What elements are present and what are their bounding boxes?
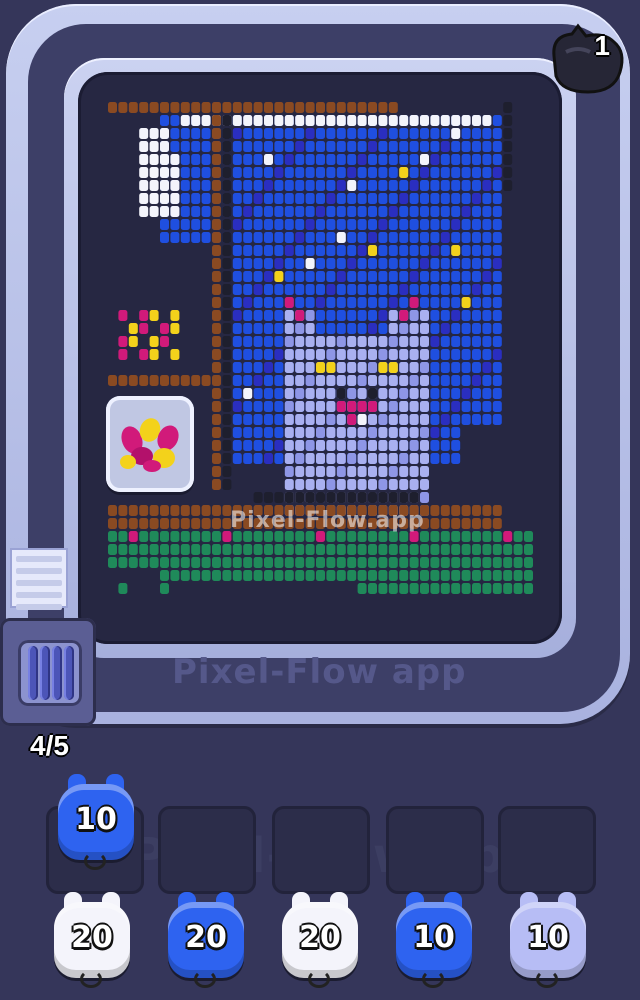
watermark-bottom: Pixel-Flow app [172, 652, 467, 692]
cat-paw-icon [552, 23, 624, 94]
shooter-count: 20 [185, 920, 227, 955]
shooter-tail [194, 970, 216, 988]
coil-4 [64, 646, 74, 700]
shooter-count: 20 [71, 920, 113, 955]
cat-counter: 1 [548, 22, 628, 96]
jelly-jar[interactable] [106, 396, 194, 492]
game-stage: Pixel-Flow app Pixel-Flow app Pixel-Flow… [0, 0, 640, 1000]
belt-exit-gate [10, 548, 68, 610]
queue-slot[interactable] [158, 806, 256, 894]
shooter-count: 10 [527, 920, 569, 955]
cat-counter-value: 1 [594, 30, 610, 61]
reserve-shooter[interactable]: 10 [506, 892, 590, 988]
queue-slot[interactable] [498, 806, 596, 894]
shooter-tail [84, 852, 106, 870]
coil-3 [52, 646, 62, 700]
reserve-shooter[interactable]: 10 [392, 892, 476, 988]
shooter-count: 10 [75, 802, 117, 837]
reserve-shooter[interactable]: 20 [164, 892, 248, 988]
coil-1 [28, 646, 38, 700]
shooter-count: 10 [413, 920, 455, 955]
coil-2 [40, 646, 50, 700]
watermark-center: Pixel-Flow.app [230, 508, 425, 533]
queued-shooter[interactable]: 10 [54, 774, 138, 870]
queue-slot[interactable] [386, 806, 484, 894]
shooter-count: 20 [299, 920, 341, 955]
reserve-shooter[interactable]: 20 [50, 892, 134, 988]
pixel-art-grid [108, 102, 533, 594]
pixel-board [78, 72, 562, 644]
shooter-tail [308, 970, 330, 988]
shooter-tail [80, 970, 102, 988]
shooter-tail [422, 970, 444, 988]
progress-counter: 4/5 [30, 730, 69, 761]
shooter-tail [536, 970, 558, 988]
jelly-beans-icon [120, 418, 179, 472]
reserve-shooter[interactable]: 20 [278, 892, 362, 988]
queue-slot[interactable] [272, 806, 370, 894]
